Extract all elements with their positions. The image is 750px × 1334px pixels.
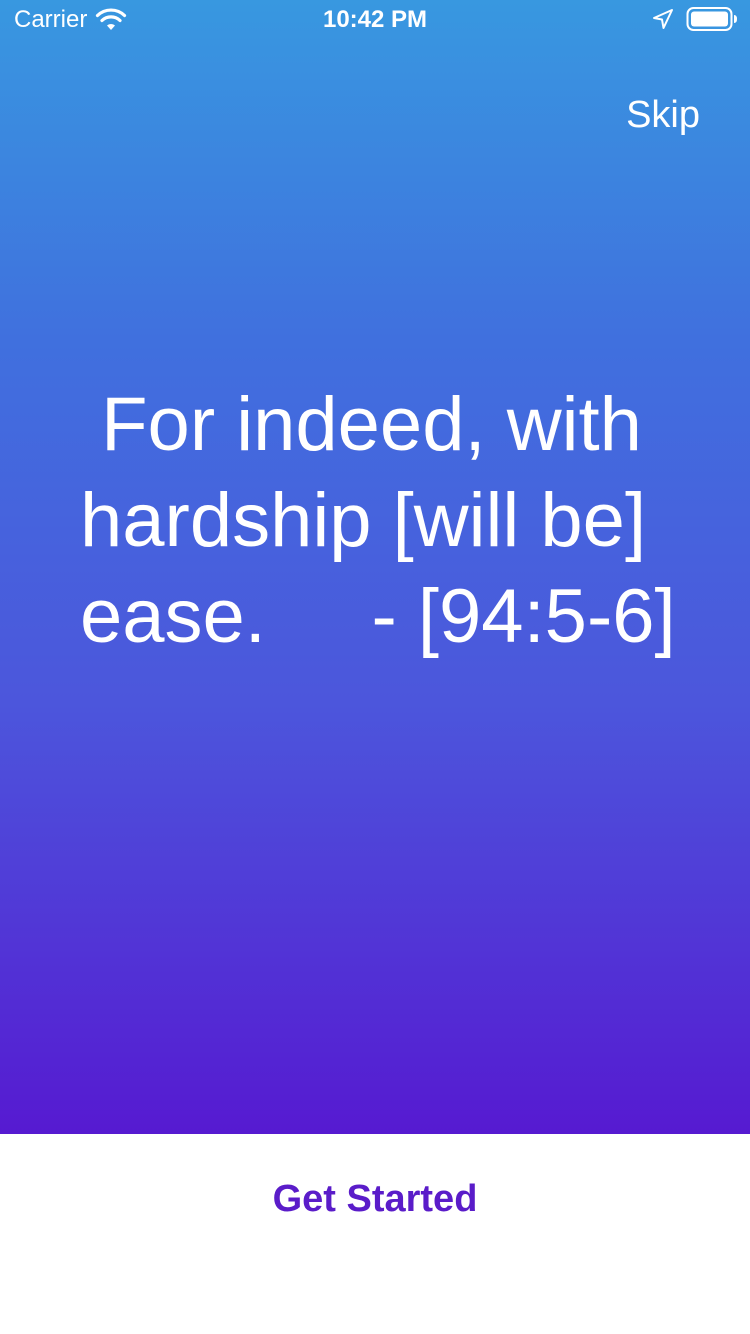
get-started-button[interactable]: Get Started [0,1178,750,1221]
onboarding-screen: Carrier 10:42 PM Skip For indeed, with h… [0,0,750,1334]
status-time: 10:42 PM [322,6,428,33]
bottom-bar: Get Started [0,1134,750,1334]
skip-button[interactable]: Skip [626,94,700,137]
status-bar: Carrier 10:42 PM [0,0,750,40]
quote-text: For indeed, with hardship [will be] ease… [80,382,676,659]
battery-icon [686,6,738,32]
status-indicators [652,6,738,32]
hero-gradient: Carrier 10:42 PM Skip For indeed, with h… [0,0,750,1134]
location-icon [652,8,674,30]
